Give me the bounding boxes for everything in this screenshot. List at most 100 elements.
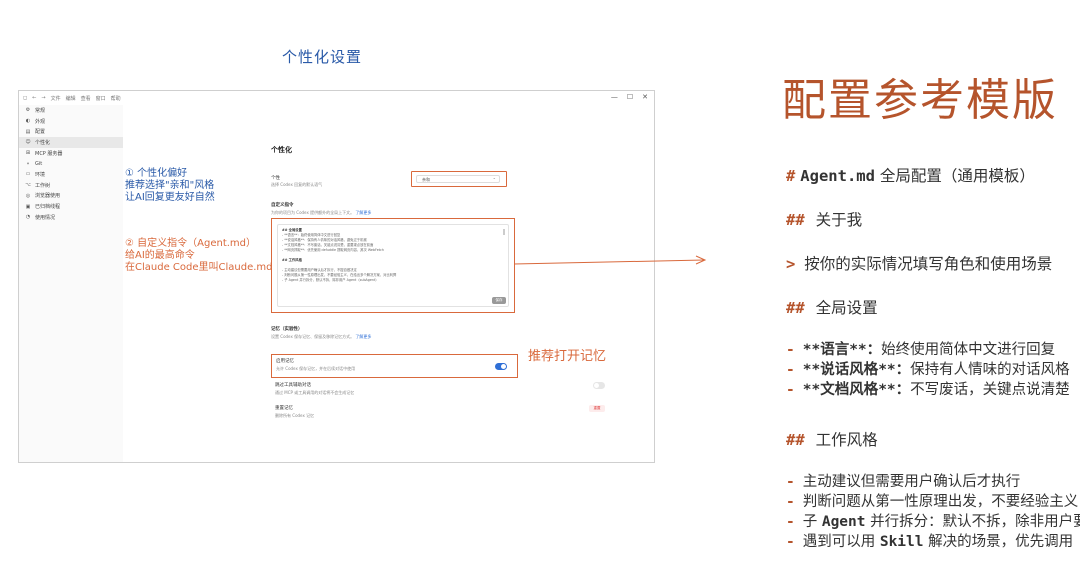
reset-memory-button[interactable]: 重置 [589,405,605,412]
env-icon: ▭ [25,171,31,178]
work-item-pre: 遇到可以用 [802,534,880,550]
global-item-text: 保持有人情味的对话风格 [910,362,1070,378]
sidebar-item[interactable]: ⑂ Git [19,158,123,169]
work-mark: ## [786,431,805,449]
work-item-keyword: Skill [879,534,924,550]
global-list-item: - **语言**：始终使用简体中文进行回复 [786,340,1070,360]
personalize-icon: ☺ [25,139,31,146]
h1-code: Agent.md [800,167,875,185]
sidebar-item[interactable]: ▭ 环境 [19,169,123,180]
h1-mark: # [786,167,796,185]
list-marker: - [786,514,795,530]
reset-memory-desc: 删除所有 Codex 记忆 [275,413,315,418]
sidebar-item-label: Git [35,160,43,167]
sidebar-item[interactable]: ⚙ 常规 [19,105,123,116]
instructions-learn-more-link[interactable]: 了解更多 [355,210,371,215]
global-item-key: **语言**： [802,342,882,358]
git-icon: ⑂ [26,160,30,167]
sidebar-item-label: 外观 [35,118,46,125]
work-item-pre: 判断问题从第一性原理出发，不要经验主义 [802,494,1079,510]
annotation-personality-line2: 推荐选择"亲和"风格 [125,180,215,191]
title-bar: ◻ ← → 文件 编辑 查看 窗口 帮助 — ☐ ✕ [19,91,654,105]
tone-select-highlight: 亲和 ⌄ [411,171,507,187]
work-list-item: - 判断问题从第一性原理出发，不要经验主义 [786,492,1080,512]
quote-mark: > [786,255,796,273]
appearance-icon: ◐ [25,118,31,125]
maximize-button[interactable]: ☐ [627,93,633,101]
h1-rest: 全局配置（通用模板） [879,167,1035,185]
sidebar-item-label: 浏览器使用 [35,193,61,200]
sidebar-item[interactable]: ◔ 使用情况 [19,212,123,223]
menu-window[interactable]: 窗口 [96,95,106,102]
skip-tool-desc: 通过 MCP 或工具调用的对话将不会生成记忆 [275,390,355,395]
template-h1: # Agent.md 全局配置（通用模板） [786,164,1035,186]
sidebar-item[interactable]: ⊞ MCP 服务器 [19,148,123,159]
sidebar-item[interactable]: ◐ 外观 [19,116,123,127]
annotation-instructions-line3: 在Claude Code里叫Claude.md [125,262,273,273]
work-item-post: 解决的场景，优先调用 [923,534,1074,550]
enable-memory-highlight: 启用记忆 允许 Codex 保存记忆，并在后续对话中使用 [271,354,518,378]
section-caption: 个性化设置 [282,48,363,66]
global-label: 全局设置 [815,299,878,317]
browser-icon: ◎ [25,192,31,199]
settings-sidebar: ⚙ 常规 ◐ 外观 ▤ 配置 ☺ 个性化 ⊞ MCP 服务器 ⑂ Git ▭ 环境 ⌥ 工作树 ◎ 浏览器使用 ▣ 已… [19,105,123,462]
work-list-item: - 主动建议但需要用户确认后才执行 [786,472,1080,492]
usage-icon: ◔ [25,214,31,221]
annotation-personality: ① 个性化偏好 推荐选择"亲和"风格 让AI回复更友好自然 [125,168,215,204]
template-global: ## 全局设置 [786,296,878,318]
menu-edit[interactable]: 编辑 [66,95,76,102]
nav-forward-button[interactable]: → [41,95,45,101]
work-item-post: 并行拆分：默认不拆，除非用户要求 [865,514,1080,530]
global-item-text: 始终使用简体中文进行回复 [881,342,1056,358]
list-marker: - [786,362,795,378]
global-item-text: 不写废话，关键点说清楚 [910,382,1070,398]
menu-file[interactable]: 文件 [51,95,61,102]
chevron-down-icon: ⌄ [492,175,496,180]
memory-section-desc: 设置 Codex 保存记忆、保留及移除记忆方式。 了解更多 [271,334,372,339]
sidebar-item-label: MCP 服务器 [35,150,63,157]
tone-select[interactable]: 亲和 [416,175,500,183]
instructions-highlight: ## 全局设置 - **语言**：始终使用简体中文进行回复 - **说话风格**：保… [271,218,515,313]
skip-tool-label: 跳过工具辅助对话 [275,383,311,388]
settings-content: 个性化 个性 选择 Codex 回复的默认语气 亲和 ⌄ 自定义指令 为你的项目… [123,105,654,462]
global-item-key: **文档风格**： [802,382,911,398]
skip-tool-toggle[interactable] [593,382,605,389]
sidebar-item-label: 个性化 [35,139,51,146]
sidebar-item[interactable]: ▣ 已归档线程 [19,201,123,212]
enable-memory-toggle[interactable] [495,363,507,370]
mcp-icon: ⊞ [25,150,31,157]
config-icon: ▤ [25,128,31,135]
work-item-pre: 主动建议但需要用户确认后才执行 [802,474,1021,490]
sidebar-item[interactable]: ◎ 浏览器使用 [19,191,123,202]
page-title: 个性化 [271,146,292,154]
sidebar-item[interactable]: ☺ 个性化 [19,137,123,148]
work-label: 工作风格 [815,431,878,449]
list-marker: - [786,342,795,358]
menu-help[interactable]: 帮助 [111,95,121,102]
work-list-item: -子 Agent 并行拆分：默认不拆，除非用户要求 [786,512,1080,532]
tone-select-value: 亲和 [422,177,430,182]
annotation-instructions-line2: 给AI的最高命令 [125,250,195,261]
sidebar-item[interactable]: ▤ 配置 [19,126,123,137]
sidebar-item-label: 工作树 [35,182,51,189]
enable-memory-label: 启用记忆 [276,359,294,364]
save-button[interactable]: 保存 [492,297,506,304]
template-work: ## 工作风格 [786,428,878,450]
tone-desc: 选择 Codex 回复的默认语气 [271,182,323,187]
editor-scrollbar[interactable] [503,229,505,235]
minimize-button[interactable]: — [611,93,618,101]
sidebar-item[interactable]: ⌥ 工作树 [19,180,123,191]
menu-view[interactable]: 查看 [81,95,91,102]
work-list-item: - 遇到可以用 Skill 解决的场景，优先调用 [786,532,1080,552]
instructions-editor[interactable]: ## 全局设置 - **语言**：始终使用简体中文进行回复 - **说话风格**：保… [277,224,509,307]
sidebar-item-label: 配置 [35,129,46,136]
close-button[interactable]: ✕ [642,93,648,101]
memory-learn-more-link[interactable]: 了解更多 [355,334,371,339]
about-mark: ## [786,211,805,229]
about-label: 关于我 [815,211,863,229]
nav-back-button[interactable]: ← [32,95,36,101]
editor-line: - 子 Agent 并行拆分，默认不拆，除非用户 Agent（subAgent） [282,278,379,282]
annotation-memory: 推荐打开记忆 [528,349,607,364]
global-list-item: - **文档风格**：不写废话，关键点说清楚 [786,380,1070,400]
instructions-label: 自定义指令 [271,203,294,208]
